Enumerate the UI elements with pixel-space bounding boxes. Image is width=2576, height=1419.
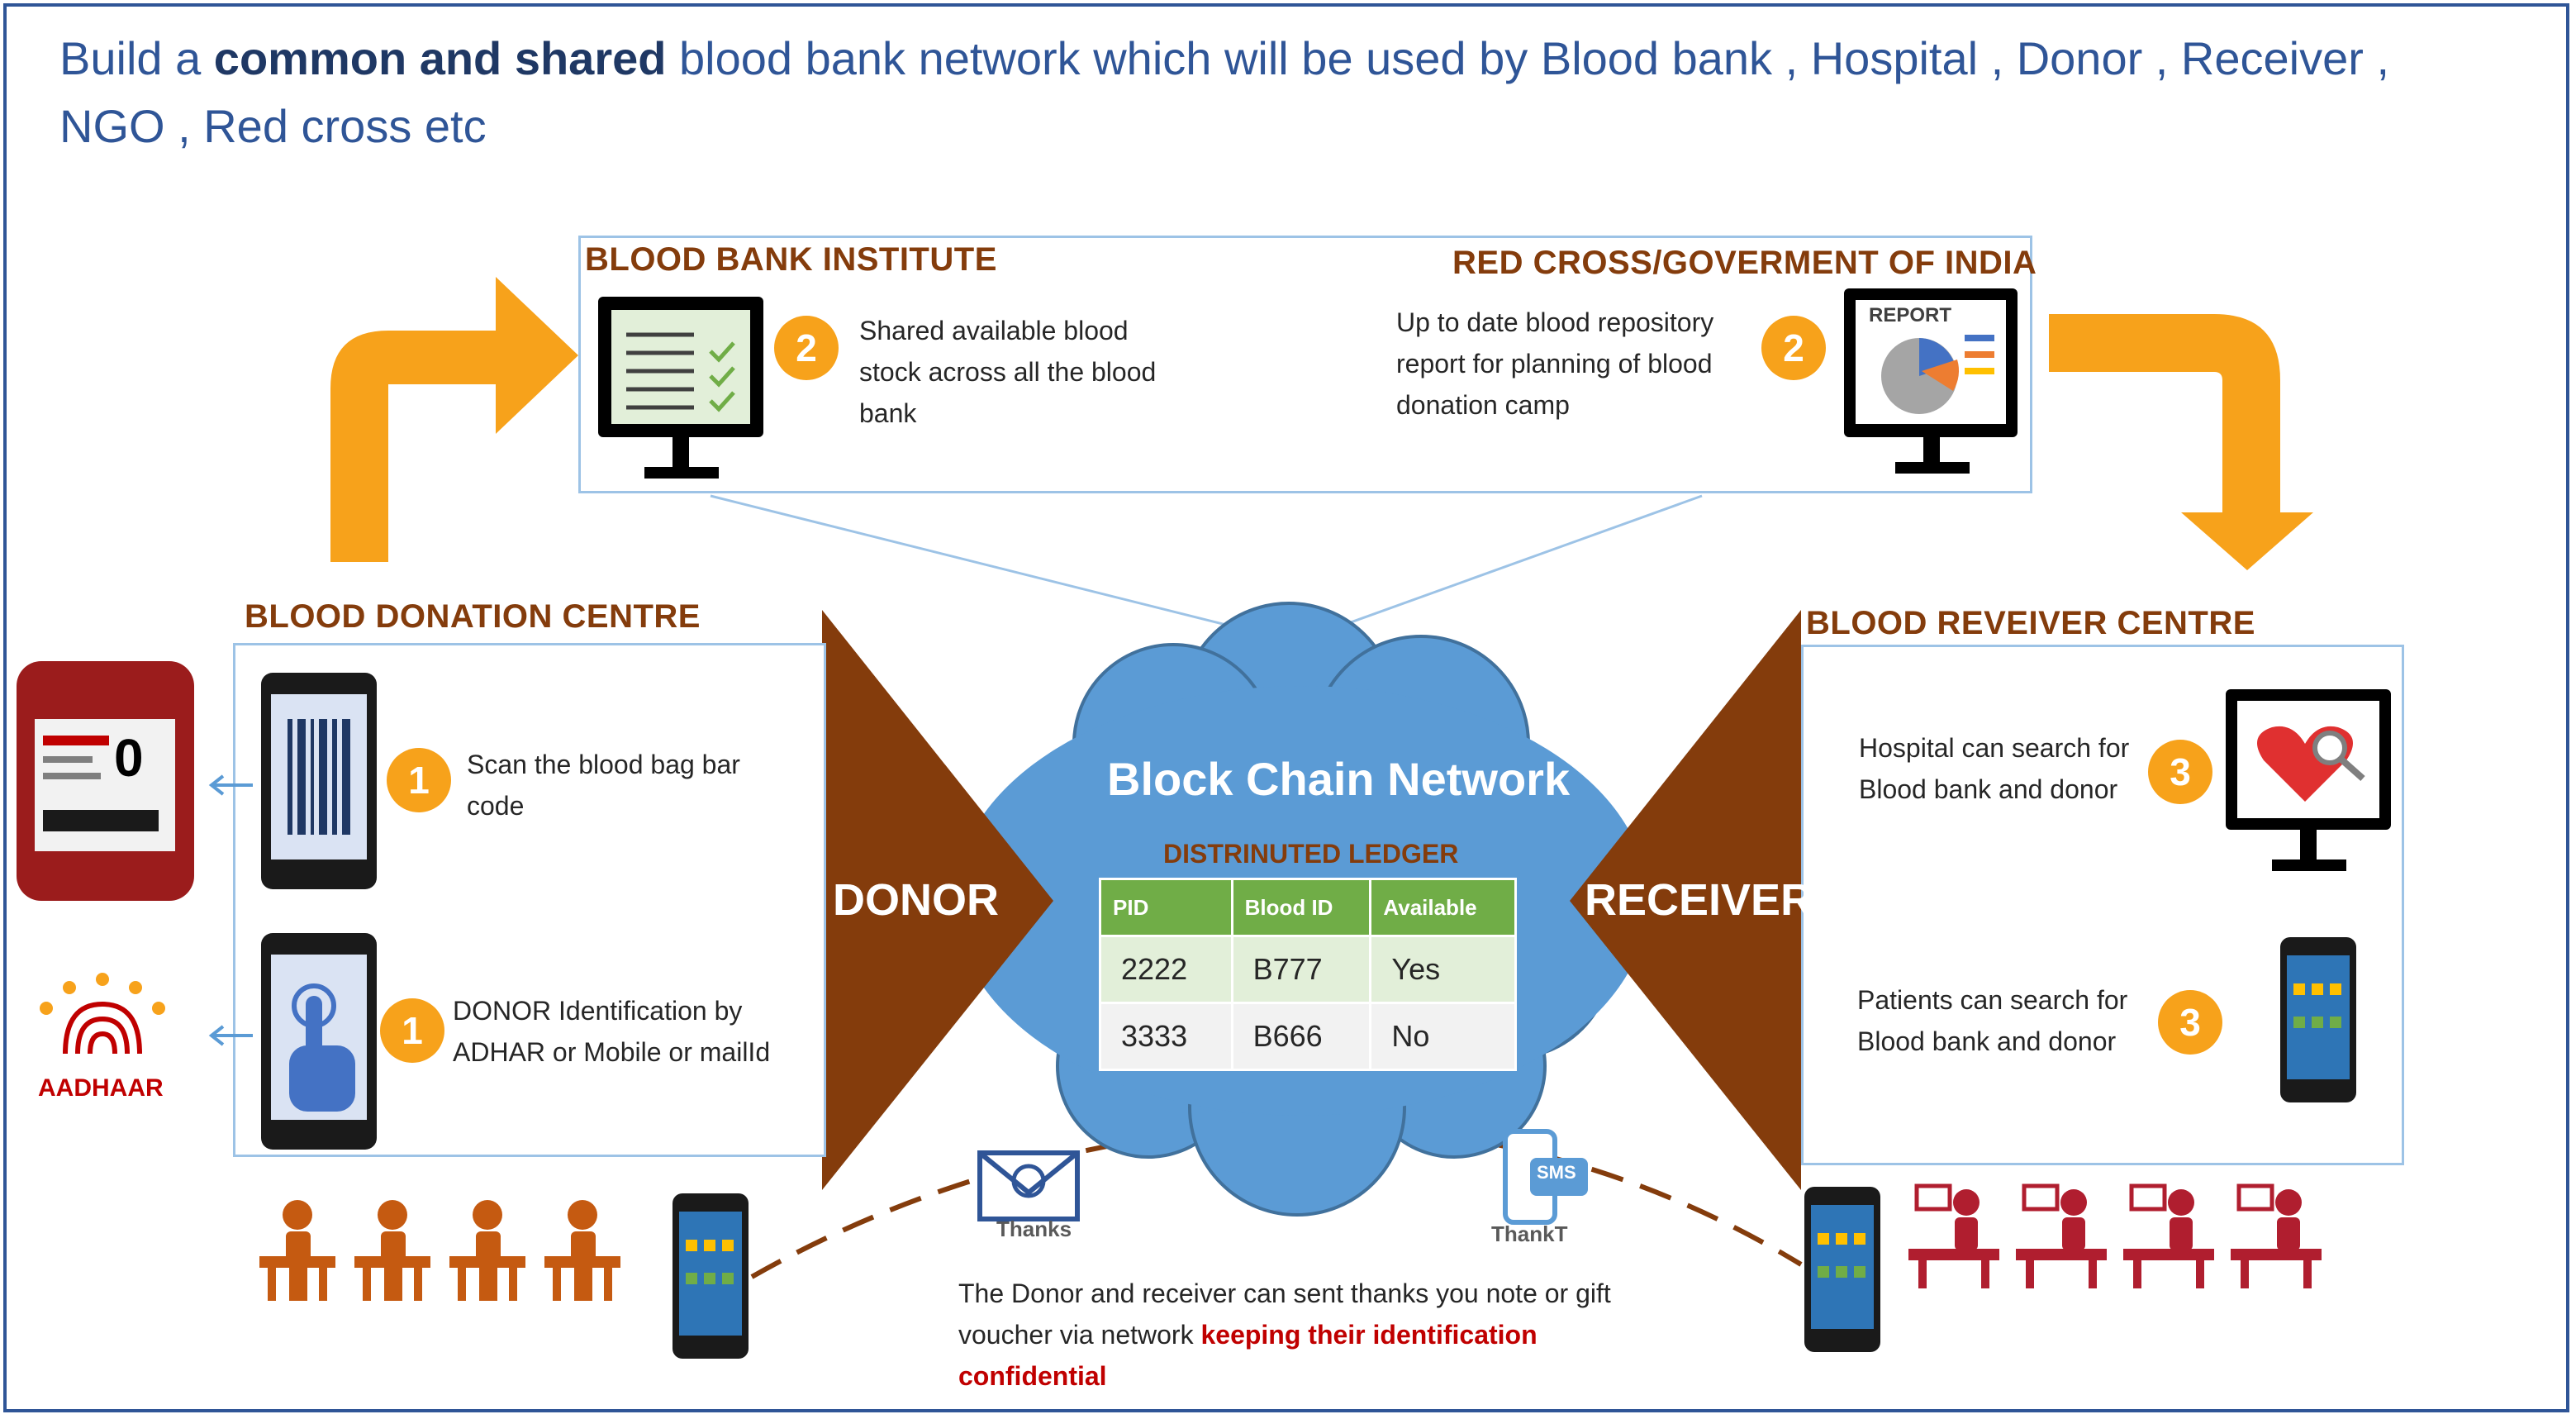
arrow-up-right-icon <box>330 277 578 562</box>
ledger-header-row: PID Blood ID Available <box>1099 878 1517 937</box>
patient-search-text: Patients can search for Blood bank and d… <box>1857 985 2128 1056</box>
blood-group-label: 0 <box>114 728 144 788</box>
checklist-monitor-icon <box>598 297 763 479</box>
aadhaar-label: AADHAAR <box>38 1074 164 1102</box>
ledger-table: PID Blood ID Available 2222 B777 Yes 333… <box>1099 878 1517 1071</box>
step-badge-3b: 3 <box>2158 990 2222 1055</box>
ledger-cell: B666 <box>1230 1002 1372 1071</box>
barcode-phone-icon <box>261 673 377 889</box>
arrow-right-down-icon <box>2049 314 2313 570</box>
donor-phone-icon <box>673 1193 749 1359</box>
report-label: REPORT <box>1869 304 1952 326</box>
touch-phone-icon <box>261 933 377 1150</box>
link-line-left <box>710 494 1306 646</box>
red-cross-title: RED CROSS/GOVERMENT OF INDIA <box>1452 245 2037 281</box>
network-title: Block Chain Network <box>1107 753 1571 805</box>
donor-label: DONOR <box>833 875 999 925</box>
table-row: 3333 B666 No <box>1099 1002 1517 1071</box>
ledger-cell: 3333 <box>1099 1002 1233 1071</box>
smartphone-icon <box>2280 937 2356 1102</box>
donation-centre-title: BLOOD DONATION CENTRE <box>245 598 701 635</box>
donor-id-text: DONOR Identification by ADHAR or Mobile … <box>453 996 771 1067</box>
email-thanks-label: Thanks <box>996 1217 1072 1241</box>
ledger-title: DISTRINUTED LEDGER <box>1163 839 1459 869</box>
step-badge-1a: 1 <box>387 748 451 812</box>
table-row: 2222 B777 Yes <box>1099 935 1517 1004</box>
red-cross-text: Up to date blood repository report for p… <box>1396 307 1714 420</box>
ledger-header-available: Available <box>1369 878 1517 937</box>
blood-bank-institute-text: Shared available blood stock across all … <box>859 316 1157 428</box>
heart-monitor-icon <box>2226 689 2391 871</box>
step-badge-2a: 2 <box>774 316 839 380</box>
blood-bank-institute-title: BLOOD BANK INSTITUTE <box>585 241 997 278</box>
ledger-cell: 2222 <box>1099 935 1233 1004</box>
ledger-header-pid: PID <box>1099 878 1233 937</box>
receiver-people-icon <box>1908 1183 2322 1288</box>
donor-people-icon <box>259 1200 620 1301</box>
email-icon <box>977 1150 1080 1221</box>
step-badge-3a: 3 <box>2148 740 2212 804</box>
step-badge-2b: 2 <box>1761 316 1826 380</box>
ledger-cell: B777 <box>1230 935 1372 1004</box>
aadhaar-logo-icon <box>40 973 165 1055</box>
arrow-left-icon-2 <box>208 1025 253 1046</box>
hospital-search-text: Hospital can search for Blood bank and d… <box>1859 733 2130 804</box>
sms-badge: SMS <box>1537 1162 1576 1183</box>
sms-thanks-label: ThankT <box>1491 1221 1568 1246</box>
ledger-cell: No <box>1369 1002 1517 1071</box>
receiver-centre-title: BLOOD REVEIVER CENTRE <box>1806 605 2255 641</box>
step-badge-1b: 1 <box>380 998 444 1063</box>
blood-bag-icon <box>17 661 194 901</box>
scan-barcode-text: Scan the blood bag bar code <box>467 750 740 821</box>
receiver-label: RECEIVER <box>1585 875 1813 925</box>
ledger-cell: Yes <box>1369 935 1517 1004</box>
arrow-left-icon <box>208 774 253 796</box>
ledger-header-blood-id: Blood ID <box>1230 878 1372 937</box>
receiver-phone-icon <box>1804 1187 1880 1352</box>
footer-note: The Donor and receiver can sent thanks y… <box>958 1273 1636 1397</box>
